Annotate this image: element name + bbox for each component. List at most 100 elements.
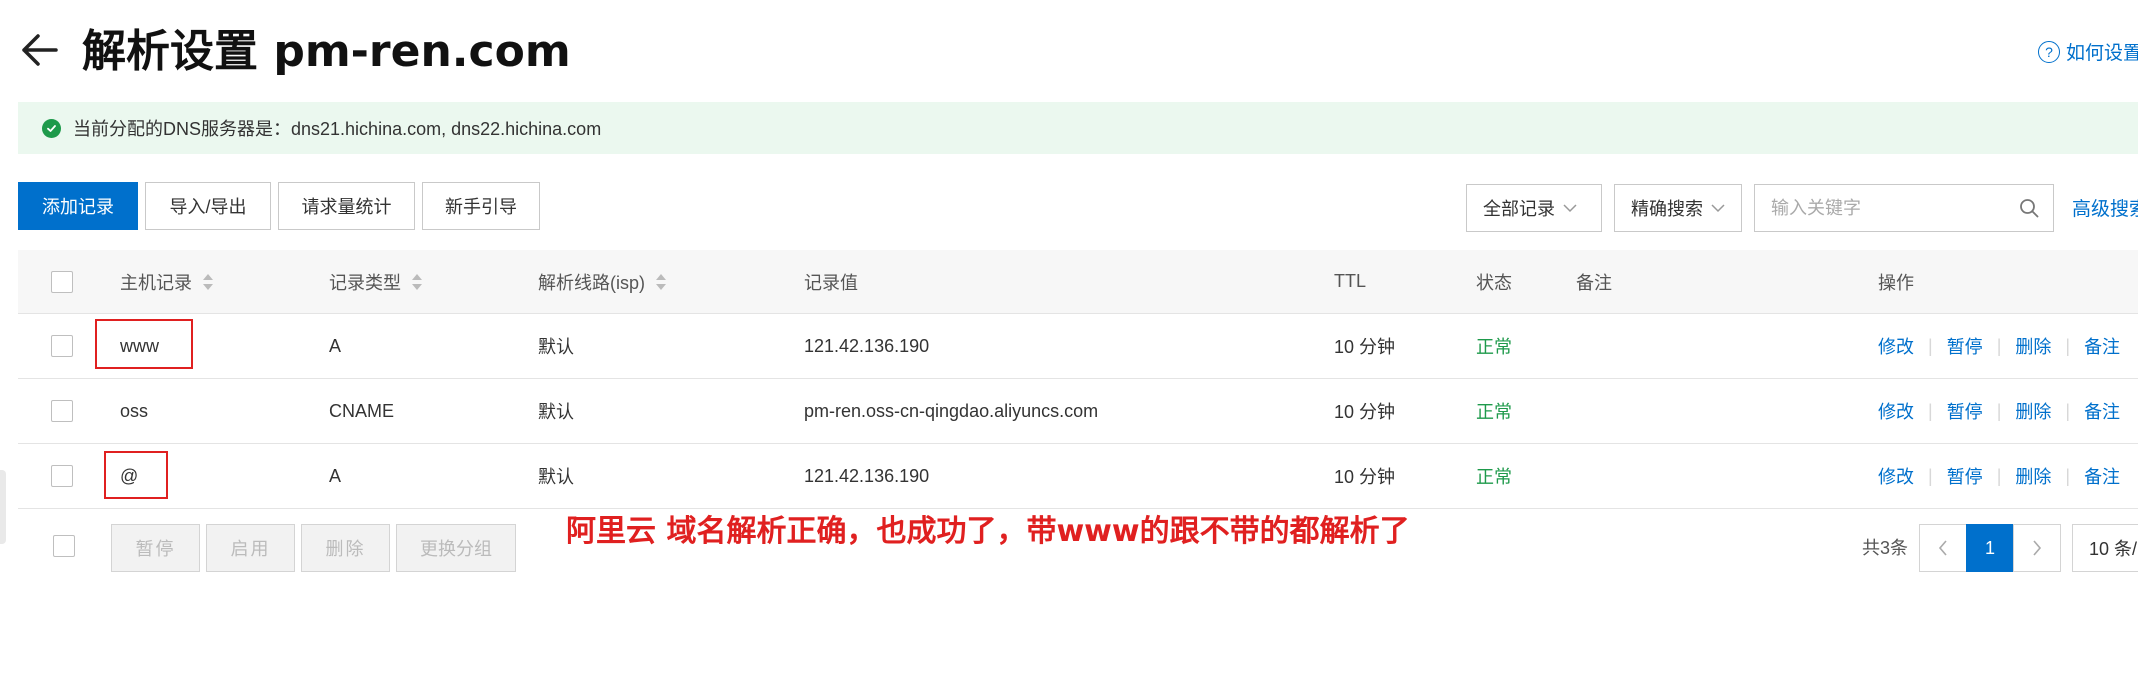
remark-link[interactable]: 备注 [2084, 333, 2120, 359]
delete-link[interactable]: 删除 [2015, 398, 2051, 424]
pause-link[interactable]: 暂停 [1947, 333, 1983, 359]
delete-link[interactable]: 删除 [2015, 463, 2051, 489]
batch-enable-button[interactable]: 启用 [206, 524, 295, 572]
row-actions: 修改 | 暂停 | 删除 | 备注 [1878, 379, 2120, 443]
edit-link[interactable]: 修改 [1878, 463, 1914, 489]
separator: | [1928, 400, 1933, 421]
search-icon[interactable] [2019, 198, 2039, 223]
table-row: @ A 默认 121.42.136.190 10 分钟 正常 修改 | 暂停 |… [18, 444, 2138, 509]
batch-delete-button[interactable]: 删除 [301, 524, 390, 572]
back-button[interactable] [18, 28, 62, 72]
table-row: oss CNAME 默认 pm-ren.oss-cn-qingdao.aliyu… [18, 379, 2138, 444]
separator: | [2065, 400, 2071, 421]
status-cell: 正常 [1476, 337, 1512, 357]
help-icon: ? [2038, 40, 2060, 63]
chevron-left-icon [1938, 540, 1947, 556]
table-header: 主机记录 记录类型 解析线路(isp) 记录值 TTL 状态 备注 操作 [18, 250, 2138, 314]
chevron-right-icon [2033, 540, 2042, 556]
status-cell: 正常 [1476, 467, 1512, 487]
row-actions: 修改 | 暂停 | 删除 | 备注 [1878, 314, 2120, 378]
dns-info-bar: 当前分配的DNS服务器是：dns21.hichina.com, dns22.hi… [18, 102, 2138, 154]
total-count: 共3条 [1862, 538, 1909, 558]
column-value: 记录值 [804, 272, 858, 293]
ttl-cell: 10 分钟 [1334, 337, 1396, 357]
search-box[interactable] [1754, 184, 2054, 232]
line-cell: 默认 [538, 337, 574, 357]
search-mode-select[interactable]: 精确搜索 [1614, 184, 1742, 232]
column-ops: 操作 [1878, 272, 1914, 293]
chevron-down-icon [1711, 200, 1725, 216]
highlight-box-at [104, 451, 168, 499]
bottom-select-all-checkbox[interactable] [53, 535, 75, 557]
line-cell: 默认 [538, 402, 574, 422]
separator: | [1996, 335, 2002, 356]
column-host[interactable]: 主机记录 [120, 250, 214, 313]
column-host-label: 主机记录 [120, 272, 192, 293]
type-cell: A [329, 335, 342, 356]
import-export-button[interactable]: 导入/导出 [145, 182, 271, 230]
sort-icon[interactable] [411, 273, 423, 291]
row-checkbox[interactable] [51, 335, 73, 357]
dns-info-text: 当前分配的DNS服务器是：dns21.hichina.com, dns22.hi… [73, 119, 602, 139]
separator: | [1996, 400, 2002, 421]
sort-icon[interactable] [202, 273, 214, 291]
column-type[interactable]: 记录类型 [329, 250, 423, 313]
type-cell: CNAME [329, 400, 395, 421]
edit-link[interactable]: 修改 [1878, 398, 1914, 424]
record-filter-value: 全部记录 [1483, 199, 1555, 219]
guide-button[interactable]: 新手引导 [422, 182, 540, 230]
select-all-checkbox[interactable] [51, 271, 73, 293]
column-type-label: 记录类型 [329, 272, 401, 293]
prev-page-button[interactable] [1919, 524, 1967, 572]
chevron-down-icon [1563, 200, 1577, 216]
page-1-button[interactable]: 1 [1966, 524, 2014, 572]
help-link[interactable]: ? 如何设置 [2038, 38, 2138, 65]
ttl-cell: 10 分钟 [1334, 467, 1396, 487]
record-filter-select[interactable]: 全部记录 [1466, 184, 1602, 232]
back-arrow-icon [22, 34, 58, 66]
add-record-button[interactable]: 添加记录 [18, 182, 138, 230]
remark-link[interactable]: 备注 [2084, 398, 2120, 424]
separator: | [1928, 335, 1933, 356]
row-actions: 修改 | 暂停 | 删除 | 备注 [1878, 444, 2120, 508]
change-group-button[interactable]: 更换分组 [396, 524, 516, 572]
status-cell: 正常 [1476, 402, 1512, 422]
sort-icon[interactable] [655, 273, 667, 291]
page-size-select[interactable]: 10 条/ [2072, 524, 2138, 572]
line-cell: 默认 [538, 467, 574, 487]
column-status: 状态 [1476, 272, 1512, 293]
side-drawer-handle[interactable] [0, 470, 6, 544]
value-cell: 121.42.136.190 [804, 335, 930, 356]
batch-pause-button[interactable]: 暂停 [111, 524, 200, 572]
pause-link[interactable]: 暂停 [1947, 398, 1983, 424]
column-ttl: TTL [1334, 271, 1367, 291]
separator: | [2065, 465, 2071, 486]
delete-link[interactable]: 删除 [2015, 333, 2051, 359]
separator: | [1928, 465, 1933, 486]
host-cell: oss [120, 400, 149, 421]
help-link-label: 如何设置 [2066, 43, 2138, 64]
value-cell: pm-ren.oss-cn-qingdao.aliyuncs.com [804, 400, 1099, 421]
table-row: www A 默认 121.42.136.190 10 分钟 正常 修改 | 暂停… [18, 314, 2138, 379]
row-checkbox[interactable] [51, 465, 73, 487]
separator: | [1996, 465, 2002, 486]
search-input[interactable] [1771, 197, 2011, 219]
column-remark: 备注 [1576, 272, 1612, 293]
separator: | [2065, 335, 2071, 356]
next-page-button[interactable] [2013, 524, 2061, 572]
highlight-box-www [95, 319, 193, 369]
row-checkbox[interactable] [51, 400, 73, 422]
edit-link[interactable]: 修改 [1878, 333, 1914, 359]
value-cell: 121.42.136.190 [804, 465, 930, 486]
column-line-label: 解析线路(isp) [538, 272, 645, 293]
ttl-cell: 10 分钟 [1334, 402, 1396, 422]
request-stats-button[interactable]: 请求量统计 [278, 182, 415, 230]
search-mode-value: 精确搜索 [1631, 199, 1703, 219]
annotation-text: 阿里云 域名解析正确，也成功了，带www的跟不带的都解析了 [566, 514, 1410, 549]
advanced-search-link[interactable]: 高级搜索 [2072, 194, 2138, 221]
page-title: 解析设置 pm-ren.com [82, 26, 571, 77]
remark-link[interactable]: 备注 [2084, 463, 2120, 489]
pause-link[interactable]: 暂停 [1947, 463, 1983, 489]
type-cell: A [329, 465, 342, 486]
column-line[interactable]: 解析线路(isp) [538, 250, 667, 313]
